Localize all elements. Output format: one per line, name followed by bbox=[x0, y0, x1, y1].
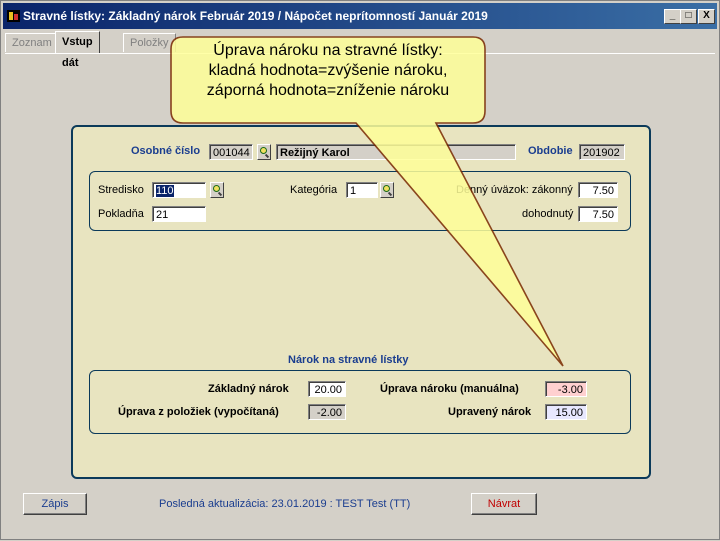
uvazok-zakonny-input[interactable]: 7.50 bbox=[578, 182, 618, 198]
callout-line-3: záporná hodnota=zníženie nároku bbox=[206, 82, 450, 99]
obdobie-label: Obdobie bbox=[528, 145, 573, 157]
callout-text: Úprava nároku na stravné lístky: kladná … bbox=[173, 41, 483, 101]
pokladna-input[interactable]: 21 bbox=[152, 206, 206, 222]
maximize-button[interactable]: □ bbox=[680, 9, 697, 24]
stredisko-label: Stredisko bbox=[98, 184, 144, 196]
uprava-poloziek-label: Úprava z položiek (vypočítaná) bbox=[118, 406, 279, 418]
stredisko-value: 110 bbox=[156, 185, 174, 197]
kategoria-label: Kategória bbox=[290, 184, 338, 196]
close-button[interactable]: X bbox=[698, 9, 715, 24]
app-window: Stravné lístky: Základný nárok Február 2… bbox=[0, 0, 720, 540]
app-icon bbox=[7, 10, 20, 22]
data-entry-panel: Osobné číslo 001044 Režijný Karol Obdobi… bbox=[71, 125, 651, 479]
tab-zoznam[interactable]: Zoznam bbox=[5, 33, 59, 52]
obdobie-field: 201902 bbox=[579, 144, 625, 160]
callout-line-1: Úprava nároku na stravné lístky: bbox=[213, 42, 443, 59]
upraveny-narok-field: 15.00 bbox=[545, 404, 587, 420]
narok-group: Základný nárok 20.00 Úprava z položiek (… bbox=[89, 370, 631, 434]
osobne-cislo-label: Osobné číslo bbox=[131, 145, 201, 157]
uprava-manualna-input[interactable]: -3.00 bbox=[545, 381, 587, 397]
uprava-manualna-label: Úprava nároku (manuálna) bbox=[380, 383, 519, 395]
uvazok-dohodnuty-input[interactable]: 7.50 bbox=[578, 206, 618, 222]
minimize-button[interactable]: _ bbox=[664, 9, 681, 24]
uvazok-dohodnuty-label: dohodnutý bbox=[522, 208, 574, 220]
narok-section-title: Nárok na stravné lístky bbox=[288, 354, 409, 366]
kategoria-lookup-icon[interactable] bbox=[380, 182, 394, 198]
tab-vstup-dat[interactable]: Vstup dát bbox=[55, 31, 100, 69]
tab-polozky[interactable]: Položky bbox=[123, 33, 176, 52]
employee-name-field: Režijný Karol bbox=[276, 144, 516, 160]
navrat-button[interactable]: Návrat bbox=[471, 493, 537, 515]
callout-line-2: kladná hodnota=zvýšenie nároku, bbox=[208, 62, 448, 79]
window-title: Stravné lístky: Základný nárok Február 2… bbox=[23, 9, 488, 23]
osobne-cislo-lookup-icon[interactable] bbox=[257, 144, 271, 160]
title-bar[interactable]: Stravné lístky: Základný nárok Február 2… bbox=[3, 3, 717, 29]
zakladny-narok-label: Základný nárok bbox=[208, 383, 289, 395]
zakladny-narok-field: 20.00 bbox=[308, 381, 346, 397]
osobne-cislo-field[interactable]: 001044 bbox=[209, 144, 253, 160]
last-update-text: Posledná aktualizácia: 23.01.2019 : TEST… bbox=[159, 498, 411, 510]
uprava-poloziek-field: -2.00 bbox=[308, 404, 346, 420]
zapis-button[interactable]: Zápis bbox=[23, 493, 87, 515]
stredisko-lookup-icon[interactable] bbox=[210, 182, 224, 198]
upraveny-narok-label: Upravený nárok bbox=[448, 406, 532, 418]
details-group: Stredisko 110 Pokladňa 21 Kategória 1 De… bbox=[89, 171, 631, 231]
stredisko-input[interactable]: 110 bbox=[152, 182, 206, 198]
uvazok-zakonny-label: Denný úväzok: zákonný bbox=[456, 184, 573, 196]
pokladna-label: Pokladňa bbox=[98, 208, 144, 220]
kategoria-input[interactable]: 1 bbox=[346, 182, 378, 198]
